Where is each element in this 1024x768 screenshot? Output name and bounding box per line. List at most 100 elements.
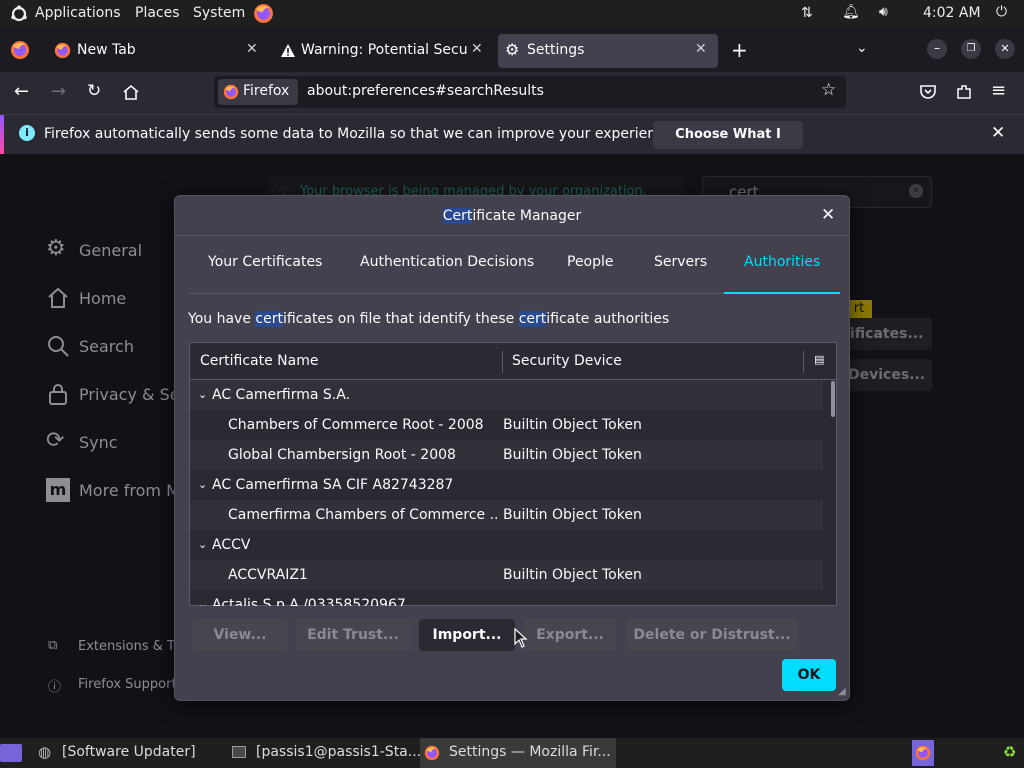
import-button[interactable]: Import... (419, 619, 515, 651)
places-menu[interactable]: Places (135, 5, 180, 21)
workspace-switcher[interactable] (912, 740, 934, 766)
tab-settings[interactable]: ⚙ Settings ✕ (498, 34, 718, 68)
tree-row-group[interactable]: ⌄ Actalis S.p.A./03358520967 (190, 590, 823, 606)
view-certificates-button[interactable]: ificates... (846, 318, 932, 350)
pocket-icon[interactable] (919, 83, 937, 101)
applications-menu[interactable]: Applications (35, 5, 121, 21)
list-all-tabs-chevron-icon[interactable]: ⌄ (856, 40, 868, 56)
expand-chevron-icon[interactable]: ⌄ (198, 478, 207, 491)
gear-icon: ⚙ (505, 40, 520, 59)
tree-row[interactable]: Global Chambersign Root - 2008 Builtin O… (190, 440, 823, 470)
export-button[interactable]: Export... (523, 619, 617, 651)
sidebar-item-label: Privacy & Sec (79, 385, 189, 404)
tab-strip: New Tab ✕ Warning: Potential Securi ✕ ⚙ … (0, 28, 1024, 72)
clock[interactable]: 4:02 AM (923, 5, 981, 21)
taskbar-item-terminal[interactable]: [passis1@passis1-Sta... (228, 738, 421, 768)
tab-authentication-decisions[interactable]: Authentication Decisions (360, 254, 534, 270)
tree-scrollbar-thumb[interactable] (831, 381, 835, 417)
forward-arrow-icon[interactable]: → (51, 81, 66, 102)
tab-warning[interactable]: Warning: Potential Securi ✕ (272, 34, 494, 68)
restore-icon[interactable]: ❐ (961, 39, 981, 59)
view-button[interactable]: View... (192, 619, 288, 651)
cert-name: ACCV (212, 537, 251, 553)
firefox-view-icon[interactable] (10, 40, 30, 60)
cert-name: Actalis S.p.A./03358520967 (212, 597, 406, 606)
delete-or-distrust-button[interactable]: Delete or Distrust... (626, 619, 798, 651)
column-header-certificate-name[interactable]: Certificate Name (200, 343, 318, 379)
power-icon[interactable]: ⏻ (996, 4, 1007, 20)
tab-authorities[interactable]: Authorities (744, 254, 820, 270)
tab-label: New Tab (77, 42, 136, 58)
identity-box[interactable]: Firefox (218, 79, 298, 105)
sidebar-item-label: Search (79, 337, 134, 356)
column-picker-icon[interactable]: ▤ (814, 353, 824, 366)
active-tab-indicator (724, 292, 840, 294)
ubuntu-logo-icon[interactable] (10, 5, 28, 23)
tree-row[interactable]: ACCVRAIZ1 Builtin Object Token (190, 560, 823, 590)
column-header-security-device[interactable]: Security Device (512, 343, 622, 379)
network-icon[interactable]: ⇅ (801, 5, 813, 21)
certificate-tree[interactable]: Certificate Name Security Device ▤ ⌄ AC … (189, 342, 837, 606)
taskbar-item-software-updater[interactable]: ◍ [Software Updater] (34, 738, 222, 768)
clear-search-icon[interactable]: ✕ (909, 184, 923, 198)
tree-row-group[interactable]: ⌄ AC Camerfirma S.A. (190, 380, 823, 410)
taskbar-item-label: [Software Updater] (62, 744, 196, 760)
tree-body: ⌄ AC Camerfirma S.A. Chambers of Commerc… (190, 380, 836, 606)
cert-name: Global Chambersign Root - 2008 (228, 447, 456, 463)
hamburger-menu-icon[interactable]: ≡ (991, 80, 1006, 101)
tab-servers[interactable]: Servers (654, 254, 707, 270)
trash-icon[interactable]: ♻ (1003, 743, 1016, 761)
home-icon[interactable] (122, 84, 140, 101)
sidebar-item-label: More from M (79, 481, 180, 500)
tab-label: Warning: Potential Securi (301, 42, 467, 58)
tab-new-tab[interactable]: New Tab ✕ (44, 34, 268, 68)
system-menu[interactable]: System (193, 5, 245, 21)
show-desktop-icon[interactable] (0, 744, 22, 762)
close-tab-icon[interactable]: ✕ (246, 41, 258, 57)
close-window-icon[interactable]: ✕ (995, 39, 1015, 59)
tree-row[interactable]: Chambers of Commerce Root - 2008 Builtin… (190, 410, 823, 440)
tree-row-group[interactable]: ⌄ ACCV (190, 530, 823, 560)
volume-icon[interactable]: 🔊︎ (879, 4, 888, 20)
back-arrow-icon[interactable]: ← (14, 81, 29, 102)
tab-people[interactable]: People (567, 254, 614, 270)
expand-chevron-icon[interactable]: ⌄ (198, 388, 207, 401)
bell-icon[interactable]: 🔔︎ (842, 4, 860, 20)
taskbar-item-label: Settings — Mozilla Fir... (449, 744, 611, 760)
desc-text: ificates on file that identify these (282, 311, 519, 327)
close-dialog-icon[interactable]: ✕ (821, 205, 835, 225)
firefox-launcher-icon[interactable] (253, 3, 274, 24)
taskbar-item-firefox[interactable]: Settings — Mozilla Fir... (420, 738, 616, 768)
resize-grip-icon[interactable]: ◢ (838, 686, 846, 697)
footer-link-label: Extensions & Th (78, 639, 184, 654)
close-notification-icon[interactable]: ✕ (991, 123, 1005, 143)
bottom-panel: ◍ [Software Updater] [passis1@passis1-St… (0, 738, 1024, 768)
security-devices-button[interactable]: Devices... (846, 359, 932, 391)
expand-chevron-icon[interactable]: ⌄ (198, 538, 207, 551)
url-text[interactable]: about:preferences#searchResults (307, 83, 544, 99)
top-panel: Applications Places System ⇅ 🔔︎ 🔊︎ 4:02 … (0, 0, 1024, 28)
close-tab-icon[interactable]: ✕ (471, 41, 483, 57)
tree-row[interactable]: Camerfirma Chambers of Commerce ... Buil… (190, 500, 823, 530)
tree-row-group[interactable]: ⌄ AC Camerfirma SA CIF A82743287 (190, 470, 823, 500)
cert-name: Chambers of Commerce Root - 2008 (228, 417, 484, 433)
close-tab-icon[interactable]: ✕ (695, 41, 707, 57)
expand-chevron-icon[interactable]: ⌄ (198, 598, 207, 606)
tab-your-certificates[interactable]: Your Certificates (208, 254, 322, 270)
edit-trust-button[interactable]: Edit Trust... (295, 619, 411, 651)
bookmark-star-icon[interactable]: ☆ (821, 80, 836, 100)
column-divider[interactable] (502, 351, 503, 373)
choose-what-i-share-button[interactable]: Choose What I Share (653, 121, 803, 170)
minimize-icon[interactable]: – (927, 39, 947, 59)
new-tab-plus-icon[interactable]: + (731, 38, 748, 62)
reload-icon[interactable]: ↻ (87, 81, 101, 101)
column-divider (803, 351, 804, 373)
help-icon: ⓘ (48, 680, 62, 695)
cert-name: Camerfirma Chambers of Commerce ... (228, 507, 498, 523)
firefox-icon (223, 84, 239, 100)
url-bar[interactable]: Firefox about:preferences#searchResults … (214, 76, 846, 108)
ok-button[interactable]: OK (782, 659, 836, 691)
sidebar-item-label: Sync (79, 433, 118, 452)
extensions-puzzle-icon[interactable] (955, 83, 973, 101)
firefox-icon (54, 42, 71, 59)
